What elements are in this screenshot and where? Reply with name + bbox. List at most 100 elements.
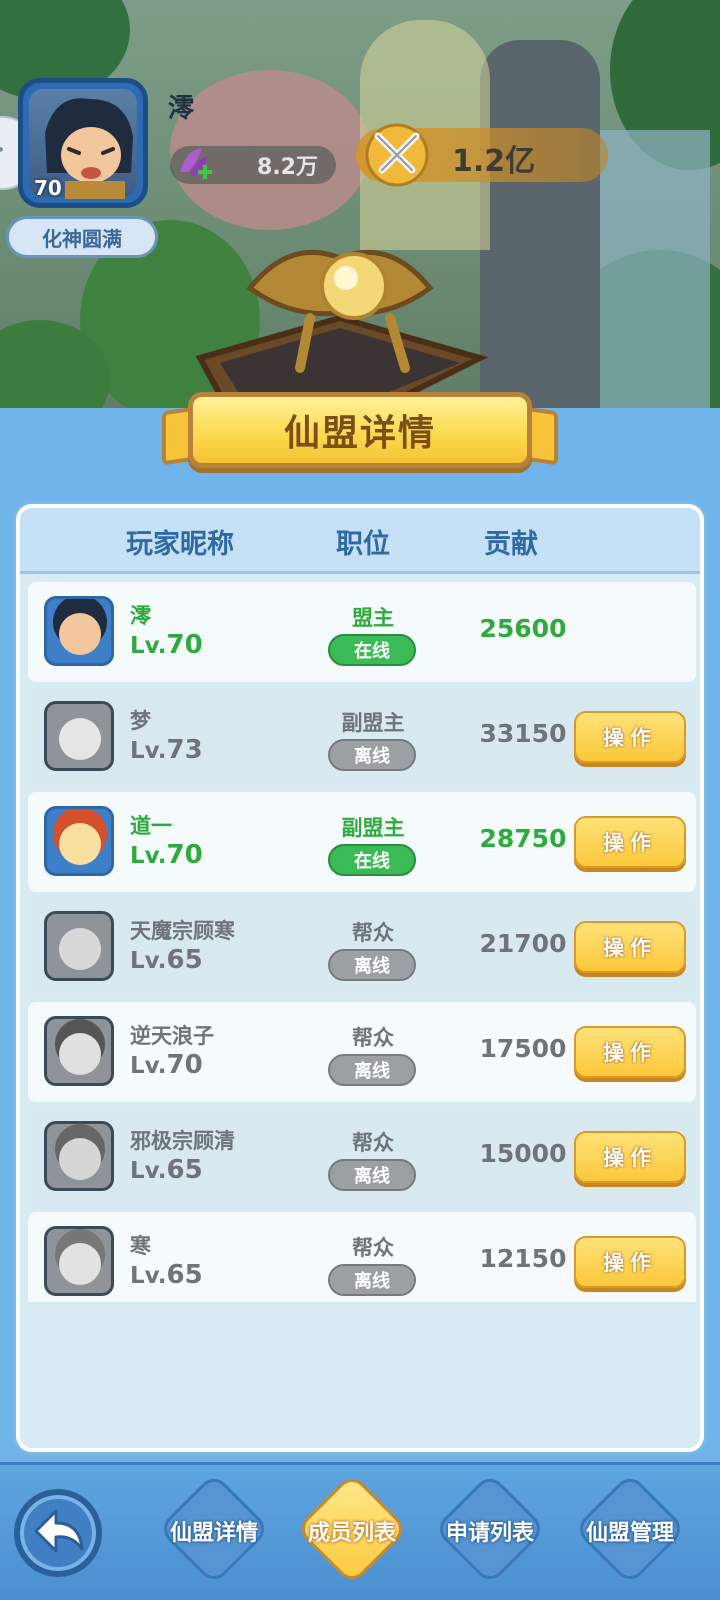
level-value: 70 (166, 630, 203, 660)
header-position: 职位 (336, 529, 390, 560)
player-level: 70 (34, 176, 62, 200)
level-value: 65 (166, 1155, 203, 1185)
member-position: 帮众 (352, 1131, 394, 1155)
member-avatar (44, 911, 114, 981)
level-prefix: Lv. (130, 738, 167, 764)
power-value: 1.2亿 (452, 144, 536, 179)
player-name: 澪 (168, 94, 195, 124)
member-position: 帮众 (352, 1236, 394, 1260)
member-row[interactable]: 逆天浪子 Lv.70 帮众 离线 17500 操作 (28, 1002, 696, 1102)
member-level: Lv.70 (130, 630, 203, 660)
operate-button[interactable]: 操作 (574, 1131, 686, 1183)
tab-label: 仙盟详情 (169, 1521, 258, 1546)
status-badge: 离线 (328, 1054, 416, 1086)
member-contribution: 25600 (479, 614, 567, 643)
member-position: 帮众 (352, 1026, 394, 1050)
member-position: 帮众 (352, 921, 394, 945)
side-tab-icon: ● (0, 146, 4, 153)
level-value: 65 (166, 945, 203, 975)
member-row[interactable]: 梦 Lv.73 副盟主 离线 33150 操作 (28, 687, 696, 787)
page-title: 仙盟详情 (283, 413, 436, 454)
member-contribution: 21700 (479, 929, 567, 958)
bottom-nav: 仙盟详情 成员列表 申请列表 仙盟管理 (0, 1462, 720, 1600)
member-position: 副盟主 (341, 711, 405, 735)
operate-button[interactable]: 操作 (574, 1236, 686, 1288)
cliff (480, 40, 600, 420)
member-position: 副盟主 (341, 816, 405, 840)
operate-button[interactable]: 操作 (574, 921, 686, 973)
stat-value: 8.2万 (257, 155, 318, 180)
tab-alliance-management[interactable]: 仙盟管理 (570, 1472, 690, 1586)
level-prefix: Lv. (130, 1263, 167, 1289)
operate-button[interactable]: 操作 (574, 1026, 686, 1078)
operate-button[interactable]: 操作 (574, 711, 686, 763)
member-contribution: 15000 (479, 1139, 567, 1168)
level-value: 70 (166, 1050, 203, 1080)
hero-scene: ● 70 化神圆满 澪 8.2万 1.2亿 (0, 0, 720, 420)
member-position: 盟主 (352, 606, 394, 630)
member-row[interactable]: 寒 Lv.65 帮众 离线 12150 操作 (28, 1212, 696, 1302)
level-prefix: Lv. (130, 843, 167, 869)
title-banner: 仙盟详情 (162, 392, 558, 472)
member-name: 道一 (130, 814, 172, 838)
member-level: Lv.65 (130, 1155, 203, 1185)
status-badge: 在线 (328, 844, 416, 876)
status-badge: 离线 (328, 949, 416, 981)
level-prefix: Lv. (130, 633, 167, 659)
member-name: 逆天浪子 (130, 1024, 214, 1048)
level-prefix: Lv. (130, 1158, 167, 1184)
member-avatar (44, 806, 114, 876)
member-list[interactable]: 澪 Lv.70 盟主 在线 25600 梦 Lv.73 副盟主 离线 33150… (28, 582, 696, 1302)
list-header: 玩家昵称 职位 贡献 (20, 508, 700, 574)
member-level: Lv.65 (130, 945, 203, 975)
tab-alliance-details[interactable]: 仙盟详情 (154, 1472, 274, 1586)
operate-button[interactable]: 操作 (574, 816, 686, 868)
level-value: 70 (166, 840, 203, 870)
tab-application-list[interactable]: 申请列表 (430, 1472, 550, 1586)
tab-label: 申请列表 (445, 1521, 534, 1546)
member-row[interactable]: 道一 Lv.70 副盟主 在线 28750 操作 (28, 792, 696, 892)
member-row[interactable]: 天魔宗顾寒 Lv.65 帮众 离线 21700 操作 (28, 897, 696, 997)
status-badge: 离线 (328, 1264, 416, 1296)
member-contribution: 33150 (479, 719, 567, 748)
member-avatar (44, 701, 114, 771)
crossed-swords-icon (365, 123, 429, 187)
tab-label: 成员列表 (307, 1521, 396, 1546)
realm-badge: 化神圆满 (6, 216, 158, 258)
level-prefix: Lv. (130, 1053, 167, 1079)
member-level: Lv.65 (130, 1260, 203, 1290)
back-button[interactable] (14, 1489, 102, 1577)
member-contribution: 12150 (479, 1244, 567, 1273)
golden-orb-artifact[interactable] (190, 228, 490, 418)
member-name: 邪极宗顾清 (130, 1129, 235, 1153)
level-prefix: Lv. (130, 948, 167, 974)
member-contribution: 28750 (479, 824, 567, 853)
herb-plus-icon (180, 148, 212, 179)
member-name: 寒 (130, 1234, 151, 1258)
member-level: Lv.73 (130, 735, 203, 765)
member-level: Lv.70 (130, 1050, 203, 1080)
power-pill: 1.2亿 (356, 123, 608, 187)
member-contribution: 17500 (479, 1034, 567, 1063)
member-row[interactable]: 澪 Lv.70 盟主 在线 25600 (28, 582, 696, 682)
stat-pill: 8.2万 (170, 146, 336, 184)
status-badge: 离线 (328, 1159, 416, 1191)
tab-label: 仙盟管理 (585, 1521, 674, 1546)
header-contribution: 贡献 (484, 529, 538, 560)
header-name: 玩家昵称 (126, 529, 234, 560)
waterfall (600, 130, 710, 420)
back-arrow-icon (34, 1509, 84, 1553)
tab-member-list[interactable]: 成员列表 (292, 1472, 412, 1586)
member-row[interactable]: 邪极宗顾清 Lv.65 帮众 离线 15000 操作 (28, 1107, 696, 1207)
status-badge: 离线 (328, 739, 416, 771)
status-badge: 在线 (328, 634, 416, 666)
member-level: Lv.70 (130, 840, 203, 870)
member-name: 澪 (130, 604, 151, 628)
member-avatar (44, 1016, 114, 1086)
member-avatar (44, 596, 114, 666)
member-avatar (44, 1121, 114, 1191)
level-value: 65 (166, 1260, 203, 1290)
level-value: 73 (166, 735, 203, 765)
member-avatar (44, 1226, 114, 1296)
member-list-panel: 玩家昵称 职位 贡献 澪 Lv.70 盟主 在线 25600 梦 Lv.73 副… (16, 504, 704, 1452)
